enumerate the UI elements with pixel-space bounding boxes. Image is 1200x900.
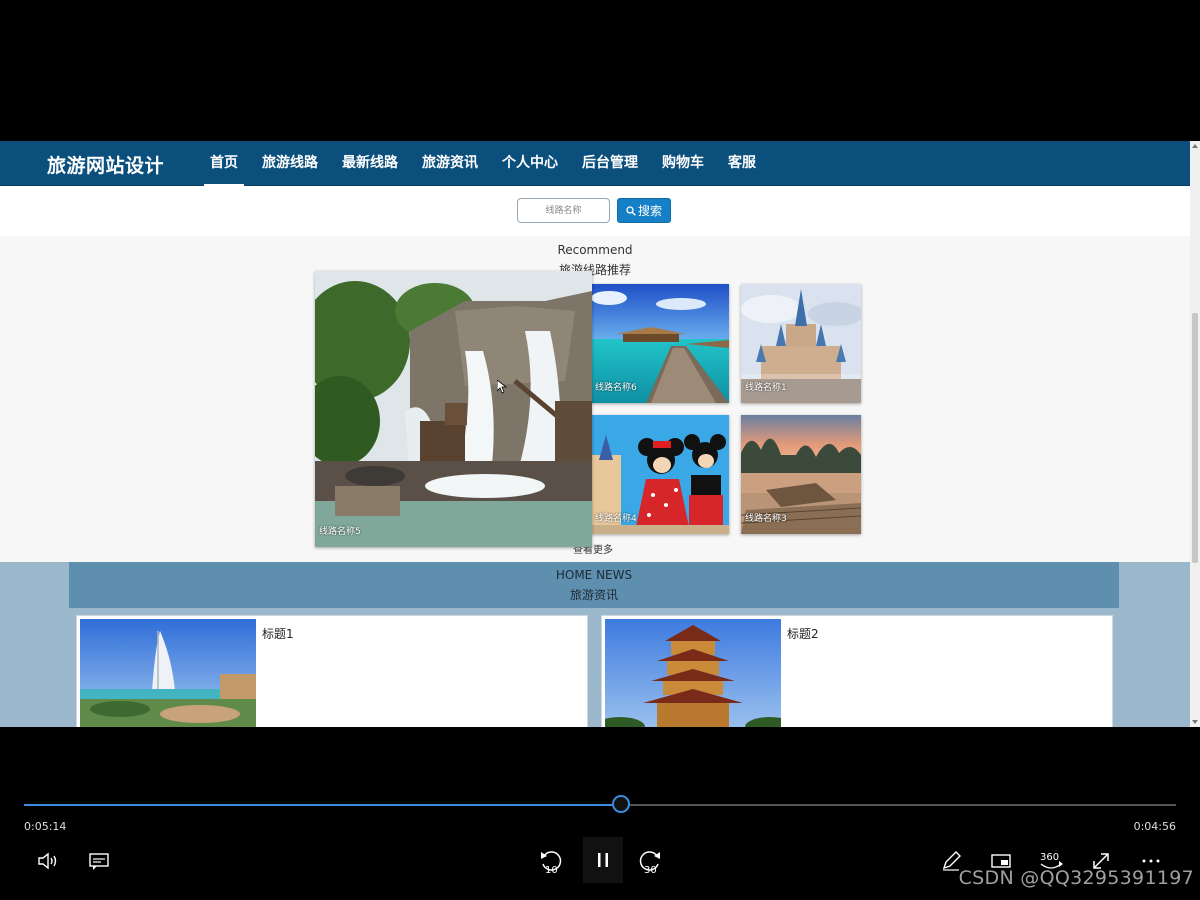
route-card-label: 线路名称6 [595,383,637,393]
news-title[interactable]: 标题1 [262,625,294,642]
time-elapsed: 0:05:14 [24,820,67,833]
recommend-section: Recommend 旅游线路推荐 线路名称6 线路名称1 线路名称4 线路名称3… [0,236,1190,562]
search-input[interactable] [517,198,610,223]
media-player-controls: 0:05:14 0:04:56 10 30 360 CSDN @QQ329539… [0,727,1200,900]
volume-icon [38,852,57,870]
site-brand[interactable]: 旅游网站设计 [47,151,164,178]
recommend-title-cn: 旅游线路推荐 [558,263,631,277]
video-frame[interactable]: 旅游网站设计 首页 旅游线路 最新线路 旅游资讯 个人中心 后台管理 购物车 客… [0,141,1200,727]
player-window: 旅游网站设计 首页 旅游线路 最新线路 旅游资讯 个人中心 后台管理 购物车 客… [0,0,1200,900]
skip-back-button[interactable]: 10 [535,846,567,876]
page-scrollbar[interactable] [1190,141,1200,727]
time-remaining: 0:04:56 [1133,820,1176,833]
route-card[interactable]: 线路名称5 [315,271,592,547]
volume-button[interactable] [33,846,65,876]
route-card-label: 线路名称3 [745,514,787,524]
subtitles-icon [89,853,109,870]
nav-item-home[interactable]: 首页 [198,141,250,186]
route-card[interactable]: 线路名称1 [741,284,861,403]
pause-button[interactable] [583,837,623,883]
news-card[interactable]: 标题2 [601,615,1113,727]
news-title-cn: 旅游资讯 [569,588,618,602]
nav-item-news[interactable]: 旅游资讯 [410,141,490,186]
pagoda-tower-image [605,619,781,727]
skip-forward-seconds: 30 [644,865,657,876]
navbar: 旅游网站设计 首页 旅游线路 最新线路 旅游资讯 个人中心 后台管理 购物车 客… [0,141,1190,186]
skip-back-seconds: 10 [545,865,558,876]
news-title[interactable]: 标题2 [787,625,819,642]
scroll-up-icon[interactable] [1192,144,1198,148]
route-card-label: 线路名称4 [595,514,637,524]
watermark: CSDN @QQ3295391197 [958,867,1194,889]
route-card[interactable]: 线路名称6 [591,284,729,403]
news-thumbnail [605,619,781,727]
subtitles-button[interactable] [83,846,115,876]
news-header: HOME NEWS 旅游资讯 [69,562,1119,608]
search-icon [626,205,636,216]
route-card-label: 线路名称1 [745,383,787,393]
sail-hotel-coast-image [80,619,256,727]
nav-item-profile[interactable]: 个人中心 [490,141,570,186]
360-label: 360 [1040,852,1059,863]
seek-bar[interactable] [24,795,1176,813]
search-bar: 搜索 [0,186,1190,236]
nav-item-latest-routes[interactable]: 最新线路 [330,141,410,186]
news-title-en: HOME NEWS [555,568,633,582]
route-card[interactable]: 线路名称3 [741,415,861,534]
route-card-label: 线路名称5 [319,527,361,537]
nav-item-admin[interactable]: 后台管理 [570,141,650,186]
more-icon [1142,859,1160,863]
nav-item-support[interactable]: 客服 [716,141,768,186]
nav-item-routes[interactable]: 旅游线路 [250,141,330,186]
scroll-down-icon[interactable] [1192,720,1198,724]
nav-menu: 首页 旅游线路 最新线路 旅游资讯 个人中心 后台管理 购物车 客服 [198,141,768,186]
seek-bar-fill [24,804,621,806]
waterfall-ride-image [315,271,592,547]
nav-item-cart[interactable]: 购物车 [650,141,716,186]
news-thumbnail [80,619,256,727]
search-button[interactable]: 搜索 [617,198,671,223]
mouse-cursor-icon [497,380,507,394]
news-card[interactable]: 标题1 [76,615,588,727]
news-section: HOME NEWS 旅游资讯 标题1 标题2 [0,562,1190,727]
recommend-title-en: Recommend [557,243,633,257]
route-card[interactable]: 线路名称4 [591,415,729,534]
scroll-thumb[interactable] [1192,313,1198,563]
seek-handle[interactable] [611,795,630,813]
search-button-label: 搜索 [637,204,662,218]
skip-forward-button[interactable]: 30 [634,846,666,876]
pause-icon [598,853,608,867]
